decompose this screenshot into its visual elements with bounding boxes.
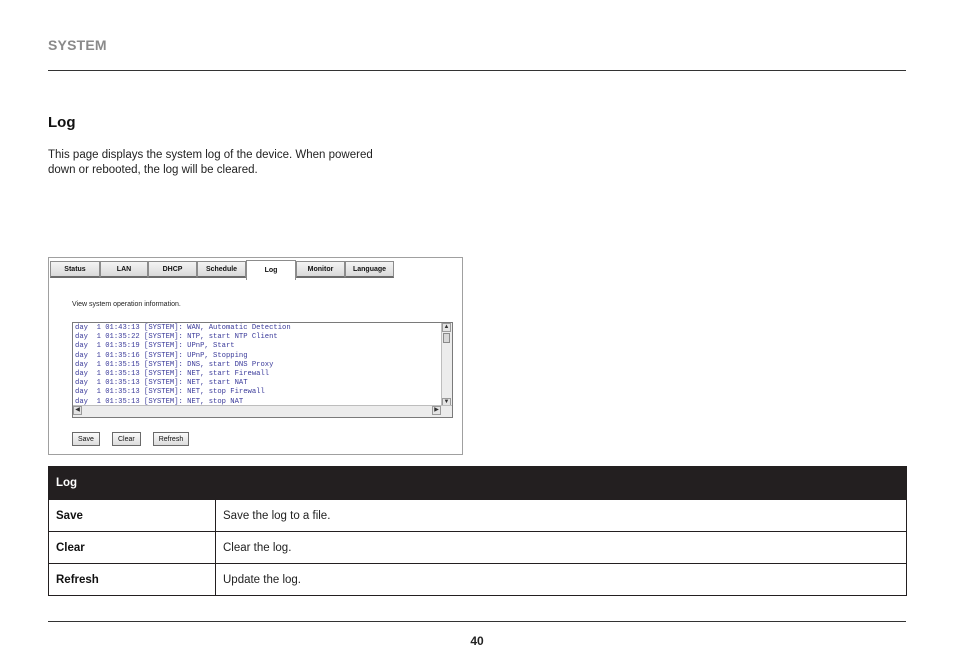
page-heading: Log — [48, 114, 76, 131]
intro-paragraph: This page displays the system log of the… — [48, 149, 373, 176]
tab-schedule[interactable]: Schedule — [197, 261, 246, 278]
save-button[interactable]: Save — [72, 432, 100, 446]
tab-status[interactable]: Status — [50, 261, 100, 278]
log-description-table: Log Save Save the log to a file. Clear C… — [48, 466, 907, 596]
tab-dhcp[interactable]: DHCP — [148, 261, 197, 278]
vertical-scrollbar[interactable]: ▲ ▼ — [441, 323, 452, 407]
log-button-row: Save Clear Refresh — [72, 432, 190, 446]
header-divider — [48, 70, 906, 71]
table-row: Clear Clear the log. — [48, 531, 907, 564]
router-log-screenshot: Status LAN DHCP Schedule Log Monitor Lan… — [48, 257, 463, 455]
log-caption: View system operation information. — [72, 301, 181, 308]
log-line: day 1 01:43:13 [SYSTEM]: WAN, Automatic … — [75, 324, 291, 332]
log-lines: day 1 01:43:13 [SYSTEM]: WAN, Automatic … — [75, 324, 291, 407]
log-line: day 1 01:35:19 [SYSTEM]: UPnP, Start — [75, 342, 235, 351]
tab-bar: Status LAN DHCP Schedule Log Monitor Lan… — [50, 260, 394, 280]
tab-lan[interactable]: LAN — [100, 261, 148, 278]
table-header: Log — [48, 466, 907, 500]
scroll-left-icon[interactable]: ◀ — [73, 406, 82, 415]
tab-language[interactable]: Language — [345, 261, 394, 278]
log-line: day 1 01:35:16 [SYSTEM]: UPnP, Stopping — [75, 351, 248, 360]
log-line: day 1 01:35:13 [SYSTEM]: NET, stop Firew… — [75, 388, 265, 397]
row-description: Update the log. — [215, 563, 907, 596]
tab-log[interactable]: Log — [246, 260, 296, 280]
footer-divider — [48, 621, 906, 622]
page-number: 40 — [470, 634, 484, 648]
scroll-thumb[interactable] — [443, 333, 450, 343]
scroll-up-icon[interactable]: ▲ — [442, 323, 451, 332]
table-row: Save Save the log to a file. — [48, 499, 907, 532]
clear-button[interactable]: Clear — [111, 432, 141, 446]
row-term: Clear — [48, 531, 216, 564]
row-term: Refresh — [48, 563, 216, 596]
log-line: day 1 01:35:22 [SYSTEM]: NTP, start NTP … — [75, 333, 278, 342]
log-line: day 1 01:35:13 [SYSTEM]: NET, start Fire… — [75, 370, 270, 379]
log-line: day 1 01:35:15 [SYSTEM]: DNS, start DNS … — [75, 360, 274, 369]
row-description: Save the log to a file. — [215, 499, 907, 532]
refresh-button[interactable]: Refresh — [152, 432, 190, 446]
horizontal-scrollbar[interactable]: ◀ ▶ — [73, 405, 452, 417]
table-row: Refresh Update the log. — [48, 563, 907, 596]
scroll-right-icon[interactable]: ▶ — [432, 406, 441, 415]
tab-monitor[interactable]: Monitor — [296, 261, 345, 278]
row-term: Save — [48, 499, 216, 532]
log-textarea[interactable]: day 1 01:43:13 [SYSTEM]: WAN, Automatic … — [72, 322, 453, 418]
section-title: SYSTEM — [48, 37, 107, 53]
log-line: day 1 01:35:13 [SYSTEM]: NET, start NAT — [75, 379, 248, 388]
row-description: Clear the log. — [215, 531, 907, 564]
